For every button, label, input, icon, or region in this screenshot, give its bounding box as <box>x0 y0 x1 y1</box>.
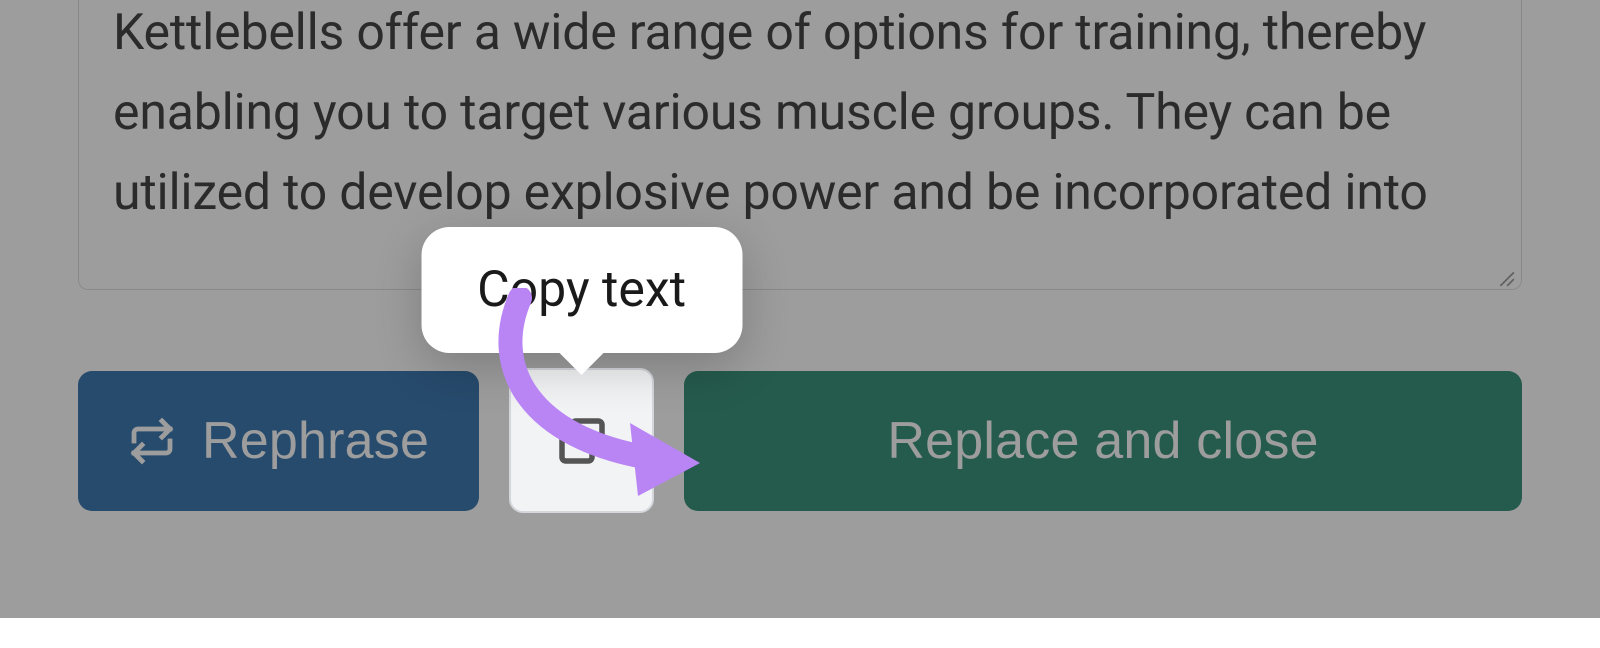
resize-handle-icon[interactable] <box>1497 269 1515 287</box>
copy-tooltip-label: Copy text <box>477 261 686 319</box>
output-text: Kettlebells offer a wide range of option… <box>113 0 1487 233</box>
text-output-area[interactable]: Kettlebells offer a wide range of option… <box>78 0 1522 290</box>
action-button-row: Rephrase Copy text Replace and close <box>78 368 1522 513</box>
copy-tooltip: Copy text <box>421 227 742 353</box>
rephrase-button-label: Rephrase <box>202 411 429 471</box>
copy-icon <box>552 411 612 471</box>
rephrase-button[interactable]: Rephrase <box>78 371 479 511</box>
replace-button-label: Replace and close <box>887 411 1318 471</box>
replace-and-close-button[interactable]: Replace and close <box>684 371 1522 511</box>
repeat-icon <box>128 417 176 465</box>
